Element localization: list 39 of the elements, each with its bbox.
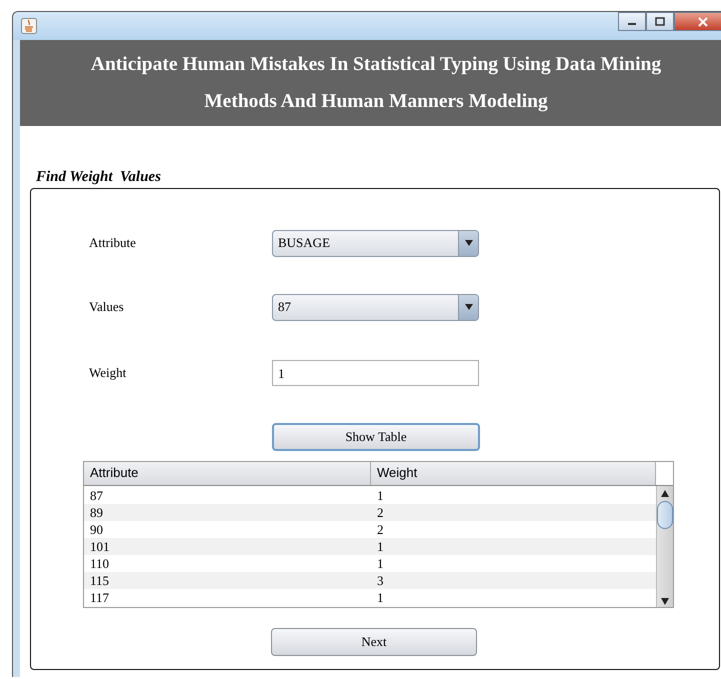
table-cell-text: 1 (376, 487, 384, 504)
close-icon (697, 16, 709, 26)
scrollbar[interactable] (656, 486, 673, 607)
table-cell-text: 89 (89, 504, 104, 521)
field-label: Attribute (89, 235, 137, 251)
scroll-down-icon[interactable] (661, 598, 669, 605)
app-title: Methods And Human Manners Modeling (204, 90, 548, 112)
scroll-up-icon[interactable] (661, 490, 669, 497)
maximize-icon (655, 17, 665, 26)
dropdown[interactable]: 87 (272, 294, 479, 320)
app-title: Anticipate Human Mistakes In Statistical Typing Using Data Mining (90, 54, 662, 76)
dropdown[interactable]: BUSAGE (272, 230, 479, 256)
caret-icon (464, 240, 472, 246)
weight-field[interactable]: 1 (272, 360, 479, 386)
column-header[interactable]: Attribute (84, 462, 371, 485)
next-button[interactable]: Next (271, 628, 477, 656)
table-cell-text: 87 (89, 487, 104, 504)
table-cell-text: 115 (89, 572, 110, 589)
cup-icon (21, 18, 37, 34)
section-title: Find Weight Values (36, 168, 162, 186)
show-table-button[interactable]: Show Table (272, 423, 480, 451)
scroll-thumb[interactable] (657, 501, 673, 529)
table-cell-text: 90 (89, 521, 104, 538)
table-cell-text: 2 (376, 504, 384, 521)
table-cell-text: 1 (376, 538, 384, 555)
table-cell-text: 101 (89, 538, 110, 555)
table-cell-text: 110 (89, 555, 110, 572)
caret-icon (464, 304, 472, 310)
column-header[interactable]: Weight (371, 462, 656, 485)
close-button[interactable] (674, 12, 721, 31)
table-cell-text: 1 (376, 589, 384, 606)
minimize-button[interactable] (618, 12, 646, 31)
maximize-button[interactable] (646, 12, 674, 31)
table-cell-text: 2 (376, 521, 384, 538)
field-label: Values (89, 299, 125, 315)
table-cell-text: 117 (89, 589, 110, 606)
table-cell-text: 1 (376, 555, 384, 572)
field-label: Weight (89, 365, 128, 381)
table-cell-text: 3 (376, 572, 384, 589)
